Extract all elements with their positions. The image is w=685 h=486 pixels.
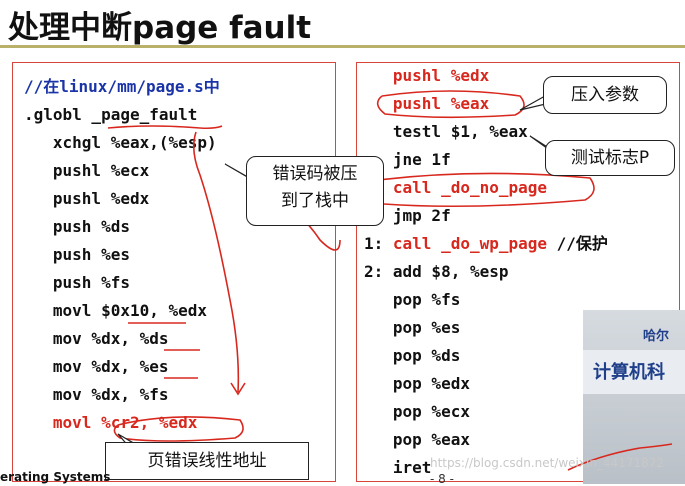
callout-page-error-addr: 页错误线性地址 xyxy=(105,442,309,480)
circle-cr2 xyxy=(113,416,244,442)
footer-course-name: erating Systems xyxy=(0,470,111,484)
circle-do-no-page xyxy=(372,172,595,208)
underline-page-fault xyxy=(107,125,223,130)
circle-pushl-eax xyxy=(376,90,525,119)
callout-push-params: 压入参数 xyxy=(543,76,667,114)
watermark: https://blog.csdn.net/weixin_44171872 xyxy=(430,456,665,470)
annotation-overlay xyxy=(107,90,673,471)
callout-error-code: 错误码被压 到了栈中 xyxy=(246,156,384,226)
curve-arrow-left xyxy=(192,131,240,393)
callout-test-p: 测试标志P xyxy=(545,140,675,176)
